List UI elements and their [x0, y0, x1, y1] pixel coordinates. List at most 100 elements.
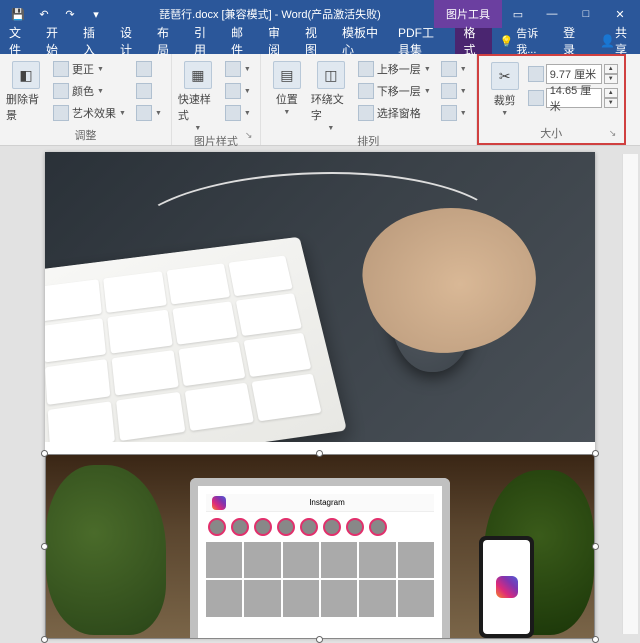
window-controls: ▭ — □ ✕: [502, 2, 640, 26]
layout-icon: [225, 105, 241, 121]
position-button[interactable]: ▤ 位置▼: [267, 57, 307, 116]
selection-icon: [358, 105, 374, 121]
lightbulb-icon: 💡: [500, 35, 514, 48]
resize-handle-mr[interactable]: [592, 543, 599, 550]
height-input[interactable]: 9.77 厘米: [546, 64, 602, 84]
artistic-icon: [53, 105, 69, 121]
position-icon: ▤: [273, 61, 301, 89]
width-up[interactable]: ▲: [604, 88, 618, 98]
tab-format[interactable]: 格式: [455, 28, 492, 54]
rotate-button[interactable]: ▼: [438, 103, 470, 123]
maximize-button[interactable]: □: [570, 2, 602, 26]
color-icon: [53, 83, 69, 99]
tab-insert[interactable]: 插入: [74, 28, 111, 54]
rotate-icon: [441, 105, 457, 121]
picture-layout-button[interactable]: ▼: [222, 103, 254, 123]
laptop-graphic: Instagram: [190, 478, 450, 638]
resize-handle-br[interactable]: [592, 636, 599, 643]
tab-design[interactable]: 设计: [111, 28, 148, 54]
save-button[interactable]: 💾: [8, 4, 28, 24]
tab-pdftools[interactable]: PDF工具集: [389, 28, 455, 54]
width-down[interactable]: ▼: [604, 98, 618, 108]
corrections-icon: [53, 61, 69, 77]
plant-left-graphic: [46, 465, 166, 635]
align-icon: [441, 61, 457, 77]
corrections-button[interactable]: 更正▼: [50, 59, 129, 79]
undo-button[interactable]: ↶: [34, 4, 54, 24]
tab-review[interactable]: 审阅: [259, 28, 296, 54]
color-button[interactable]: 颜色▼: [50, 81, 129, 101]
bring-forward-button[interactable]: 上移一层▼: [355, 59, 434, 79]
send-backward-icon: [358, 83, 374, 99]
wrap-text-button[interactable]: ◫ 环绕文字▼: [311, 57, 351, 132]
quick-styles-button[interactable]: ▦ 快速样式▼: [178, 57, 218, 132]
resize-handle-tr[interactable]: [592, 450, 599, 457]
instagram-label: Instagram: [309, 498, 345, 507]
tab-layout[interactable]: 布局: [148, 28, 185, 54]
styles-icon: ▦: [184, 61, 212, 89]
size-dialog-launcher[interactable]: ↘: [609, 128, 621, 140]
height-up[interactable]: ▲: [604, 64, 618, 74]
instagram-logo-icon: [212, 496, 226, 510]
tab-view[interactable]: 视图: [296, 28, 333, 54]
keypad-graphic: [45, 237, 347, 442]
picture-border-button[interactable]: ▼: [222, 59, 254, 79]
artistic-effects-button[interactable]: 艺术效果▼: [50, 103, 129, 123]
resize-handle-tl[interactable]: [41, 450, 48, 457]
tab-file[interactable]: 文件: [0, 28, 37, 54]
minimize-button[interactable]: —: [536, 2, 568, 26]
group-adjust: ◧ 删除背景 更正▼ 颜色▼ 艺术效果▼ ▼ 调整: [0, 54, 172, 145]
resize-handle-bm[interactable]: [316, 636, 323, 643]
change-picture-button[interactable]: [133, 81, 165, 101]
remove-bg-icon: ◧: [12, 61, 40, 89]
group-size: ✂ 裁剪▼ 9.77 厘米 ▲▼ 14.65 厘米 ▲▼ 大小 ↘: [477, 54, 626, 145]
selection-pane-button[interactable]: 选择窗格: [355, 103, 434, 123]
group-button[interactable]: ▼: [438, 81, 470, 101]
tab-references[interactable]: 引用: [185, 28, 222, 54]
ribbon: ◧ 删除背景 更正▼ 颜色▼ 艺术效果▼ ▼ 调整 ▦ 快速样式▼ ▼: [0, 54, 640, 146]
compress-pictures-button[interactable]: [133, 59, 165, 79]
tab-template[interactable]: 模板中心: [333, 28, 389, 54]
remove-background-button[interactable]: ◧ 删除背景: [6, 57, 46, 123]
qat-customize[interactable]: ▾: [86, 4, 106, 24]
inserted-image-2-selected[interactable]: Instagram ◫: [45, 454, 595, 639]
border-icon: [225, 61, 241, 77]
group-arrange: ▤ 位置▼ ◫ 环绕文字▼ 上移一层▼ 下移一层▼ 选择窗格 ▼ ▼ ▼ 排列: [261, 54, 477, 145]
reset-picture-button[interactable]: ▼: [133, 103, 165, 123]
instagram-app-icon: [496, 576, 518, 598]
redo-button[interactable]: ↷: [60, 4, 80, 24]
height-down[interactable]: ▼: [604, 74, 618, 84]
bring-forward-icon: [358, 61, 374, 77]
tell-me-search[interactable]: 💡告诉我...: [492, 28, 555, 54]
width-input[interactable]: 14.65 厘米: [546, 88, 602, 108]
send-backward-button[interactable]: 下移一层▼: [355, 81, 434, 101]
group-label-adjust: 调整: [6, 126, 165, 143]
close-button[interactable]: ✕: [604, 2, 636, 26]
vertical-ruler: [622, 154, 638, 634]
align-button[interactable]: ▼: [438, 59, 470, 79]
ribbon-tabs: 文件 开始 插入 设计 布局 引用 邮件 审阅 视图 模板中心 PDF工具集 格…: [0, 28, 640, 54]
compress-icon: [136, 61, 152, 77]
quick-access-toolbar: 💾 ↶ ↷ ▾: [0, 4, 106, 24]
tab-mailings[interactable]: 邮件: [222, 28, 259, 54]
document-area[interactable]: ⟳ Instagram: [0, 146, 640, 643]
resize-handle-ml[interactable]: [41, 543, 48, 550]
reset-icon: [136, 105, 152, 121]
share-button[interactable]: 👤 共享: [591, 28, 640, 54]
height-icon: [528, 66, 544, 82]
resize-handle-tm[interactable]: [316, 450, 323, 457]
wrap-icon: ◫: [317, 61, 345, 89]
width-icon: [528, 90, 544, 106]
crop-icon: ✂: [491, 62, 519, 90]
styles-dialog-launcher[interactable]: ↘: [245, 130, 257, 142]
picture-effects-button[interactable]: ▼: [222, 81, 254, 101]
page: ⟳ Instagram: [45, 152, 595, 637]
login-button[interactable]: 登录: [554, 28, 591, 54]
tab-home[interactable]: 开始: [37, 28, 74, 54]
crop-button[interactable]: ✂ 裁剪▼: [485, 58, 525, 117]
resize-handle-bl[interactable]: [41, 636, 48, 643]
phone-graphic: [479, 536, 534, 638]
inserted-image-1[interactable]: ⟳: [45, 152, 595, 442]
effects-icon: [225, 83, 241, 99]
ribbon-options-button[interactable]: ▭: [502, 2, 534, 26]
